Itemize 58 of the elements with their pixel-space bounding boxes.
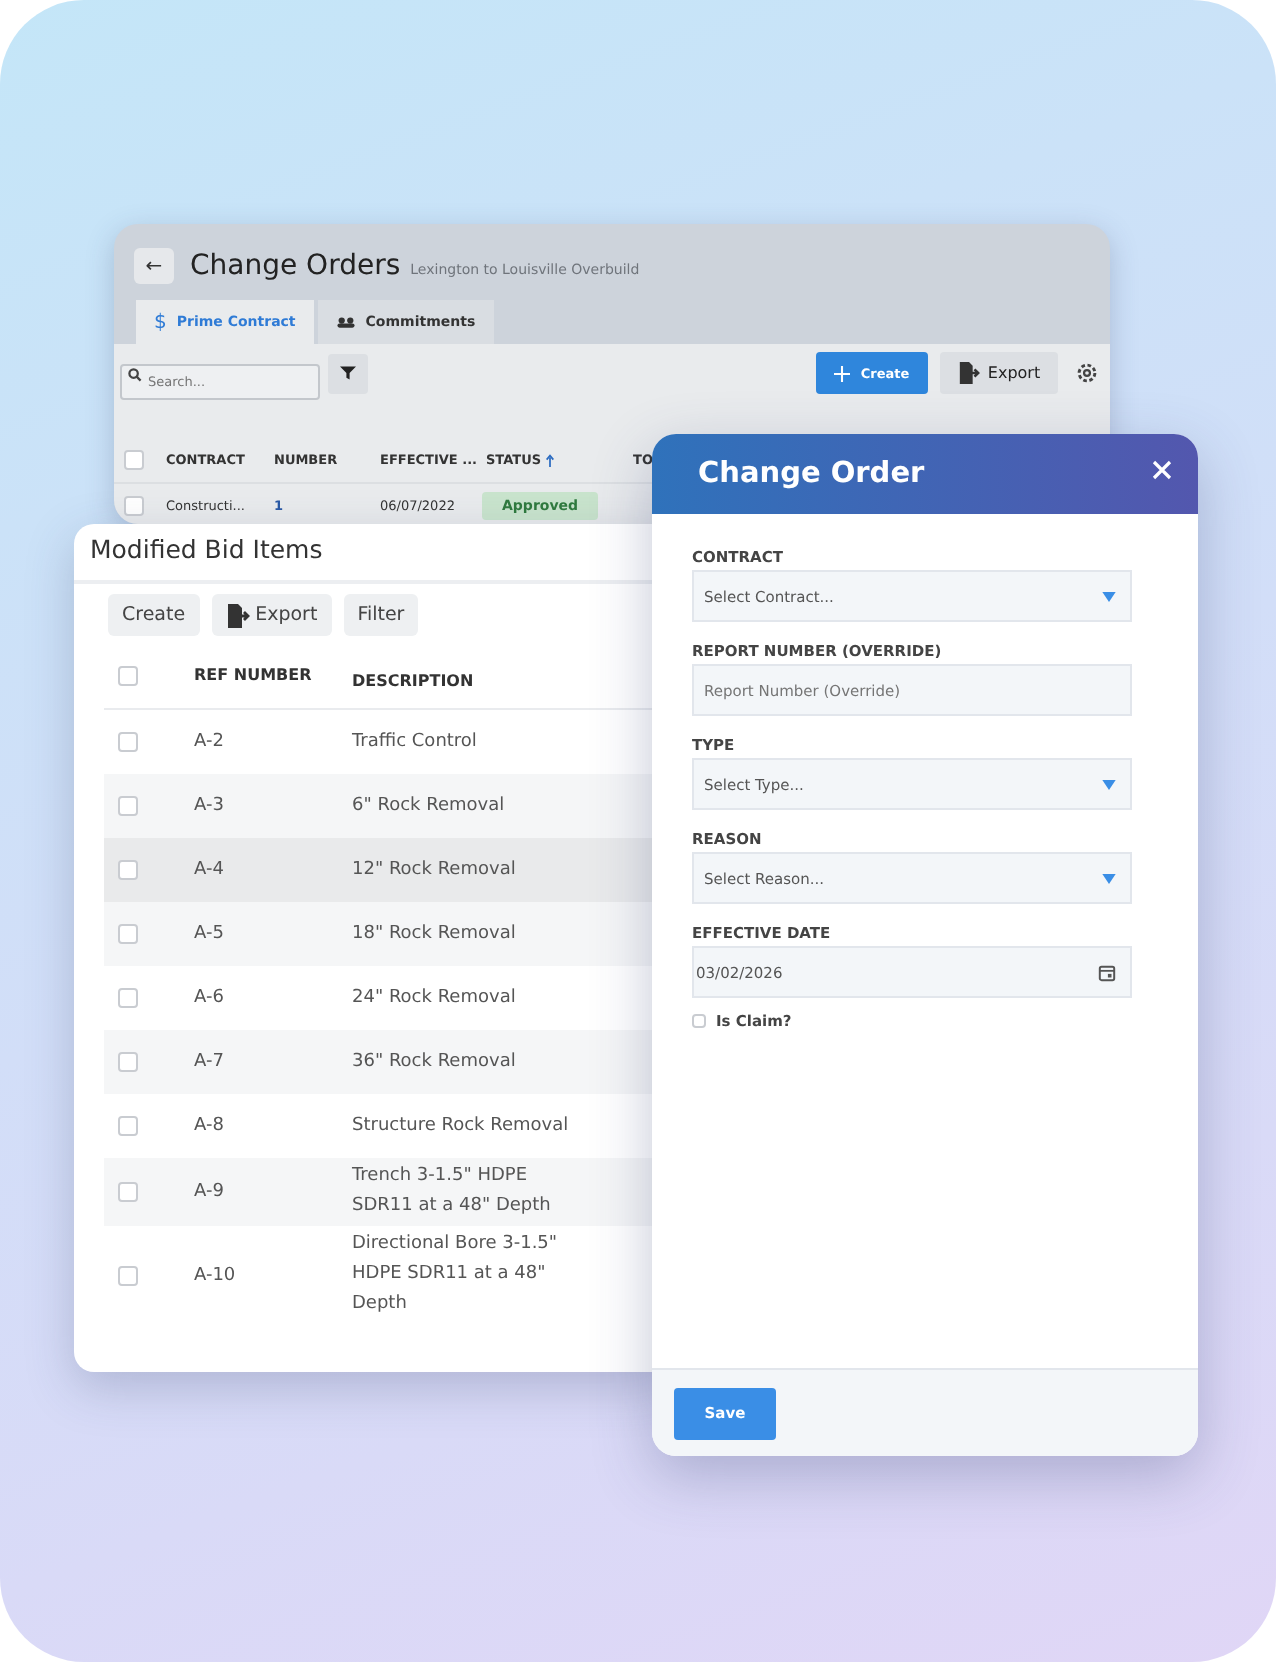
table-cell-text: Structure Rock Removal — [352, 1113, 571, 1139]
filter-icon — [340, 364, 356, 382]
dialog-title: Change Order — [698, 458, 925, 490]
table-cell-text: A-10 — [194, 1265, 238, 1285]
table-row[interactable]: A-10 Directional Bore 3-1.5" HDPE SDR11 at a 48" Depth — [104, 1226, 674, 1324]
checkbox[interactable] — [118, 666, 138, 686]
checkbox[interactable] — [118, 796, 138, 816]
window-title: Change Orders — [190, 250, 401, 282]
table-cell-text: A-7 — [194, 1052, 226, 1072]
table-cell-text: 36" Rock Removal — [352, 1049, 518, 1075]
table-cell-text: A-6 — [194, 988, 226, 1008]
table-cell-text: 18" Rock Removal — [352, 921, 518, 947]
table-cell-text: A-5 — [194, 924, 226, 944]
checkbox[interactable] — [118, 1052, 138, 1072]
checkbox[interactable] — [124, 496, 144, 516]
dropdown-caret-icon — [1102, 591, 1116, 601]
checkbox[interactable] — [118, 860, 138, 880]
filter-button[interactable] — [328, 353, 368, 393]
table-cell-text: Traffic Control — [352, 729, 479, 755]
export-button[interactable]: Export — [940, 352, 1058, 394]
column-header: REF NUMBER — [194, 666, 314, 684]
sort-arrow-icon — [545, 453, 554, 467]
checkbox[interactable] — [118, 1182, 138, 1202]
table-cell-text: A-8 — [194, 1116, 226, 1136]
calendar-icon — [1098, 963, 1116, 981]
table-cell-text: A-3 — [194, 796, 226, 816]
column-header: DESCRIPTION — [352, 670, 476, 694]
checkbox[interactable] — [118, 732, 138, 752]
settings-icon[interactable] — [1076, 362, 1098, 384]
dropdown-caret-icon — [1102, 873, 1116, 883]
checkbox[interactable] — [118, 988, 138, 1008]
export-icon — [957, 362, 980, 384]
plus-icon — [834, 365, 851, 381]
table-row[interactable]: A-6 24" Rock Removal — [104, 966, 674, 1030]
checkbox[interactable] — [692, 1014, 706, 1028]
table-cell-text: 24" Rock Removal — [352, 985, 518, 1011]
search-icon — [128, 367, 142, 381]
export-icon — [225, 603, 250, 627]
dropdown-caret-icon — [1102, 779, 1116, 789]
table-row[interactable]: A-2 Traffic Control — [104, 710, 674, 774]
table-cell-text: A-4 — [194, 860, 226, 880]
toolbar-button[interactable]: Filter — [343, 594, 419, 636]
checkbox[interactable] — [118, 924, 138, 944]
table-cell-text: A-9 — [194, 1182, 226, 1202]
table-cell-text: 6" Rock Removal — [352, 793, 507, 819]
table-row[interactable]: A-8 Structure Rock Removal — [104, 1094, 674, 1158]
toolbar-button[interactable]: Create — [108, 594, 200, 636]
table-cell-text: Directional Bore 3-1.5" HDPE SDR11 at a 48" Depth — [352, 1232, 560, 1318]
close-icon[interactable] — [1152, 460, 1172, 480]
checkbox[interactable] — [124, 450, 144, 470]
table-cell-text: Trench 3-1.5" HDPE SDR11 at a 48" Depth — [352, 1164, 553, 1220]
back-button[interactable]: ← — [134, 248, 174, 284]
table-cell-text: A-2 — [194, 732, 226, 752]
checkbox[interactable] — [118, 1116, 138, 1136]
toolbar-button[interactable]: Export — [211, 594, 332, 636]
group-icon — [335, 316, 356, 328]
checkbox[interactable] — [118, 1265, 138, 1285]
table-cell-text: 12" Rock Removal — [352, 857, 518, 883]
